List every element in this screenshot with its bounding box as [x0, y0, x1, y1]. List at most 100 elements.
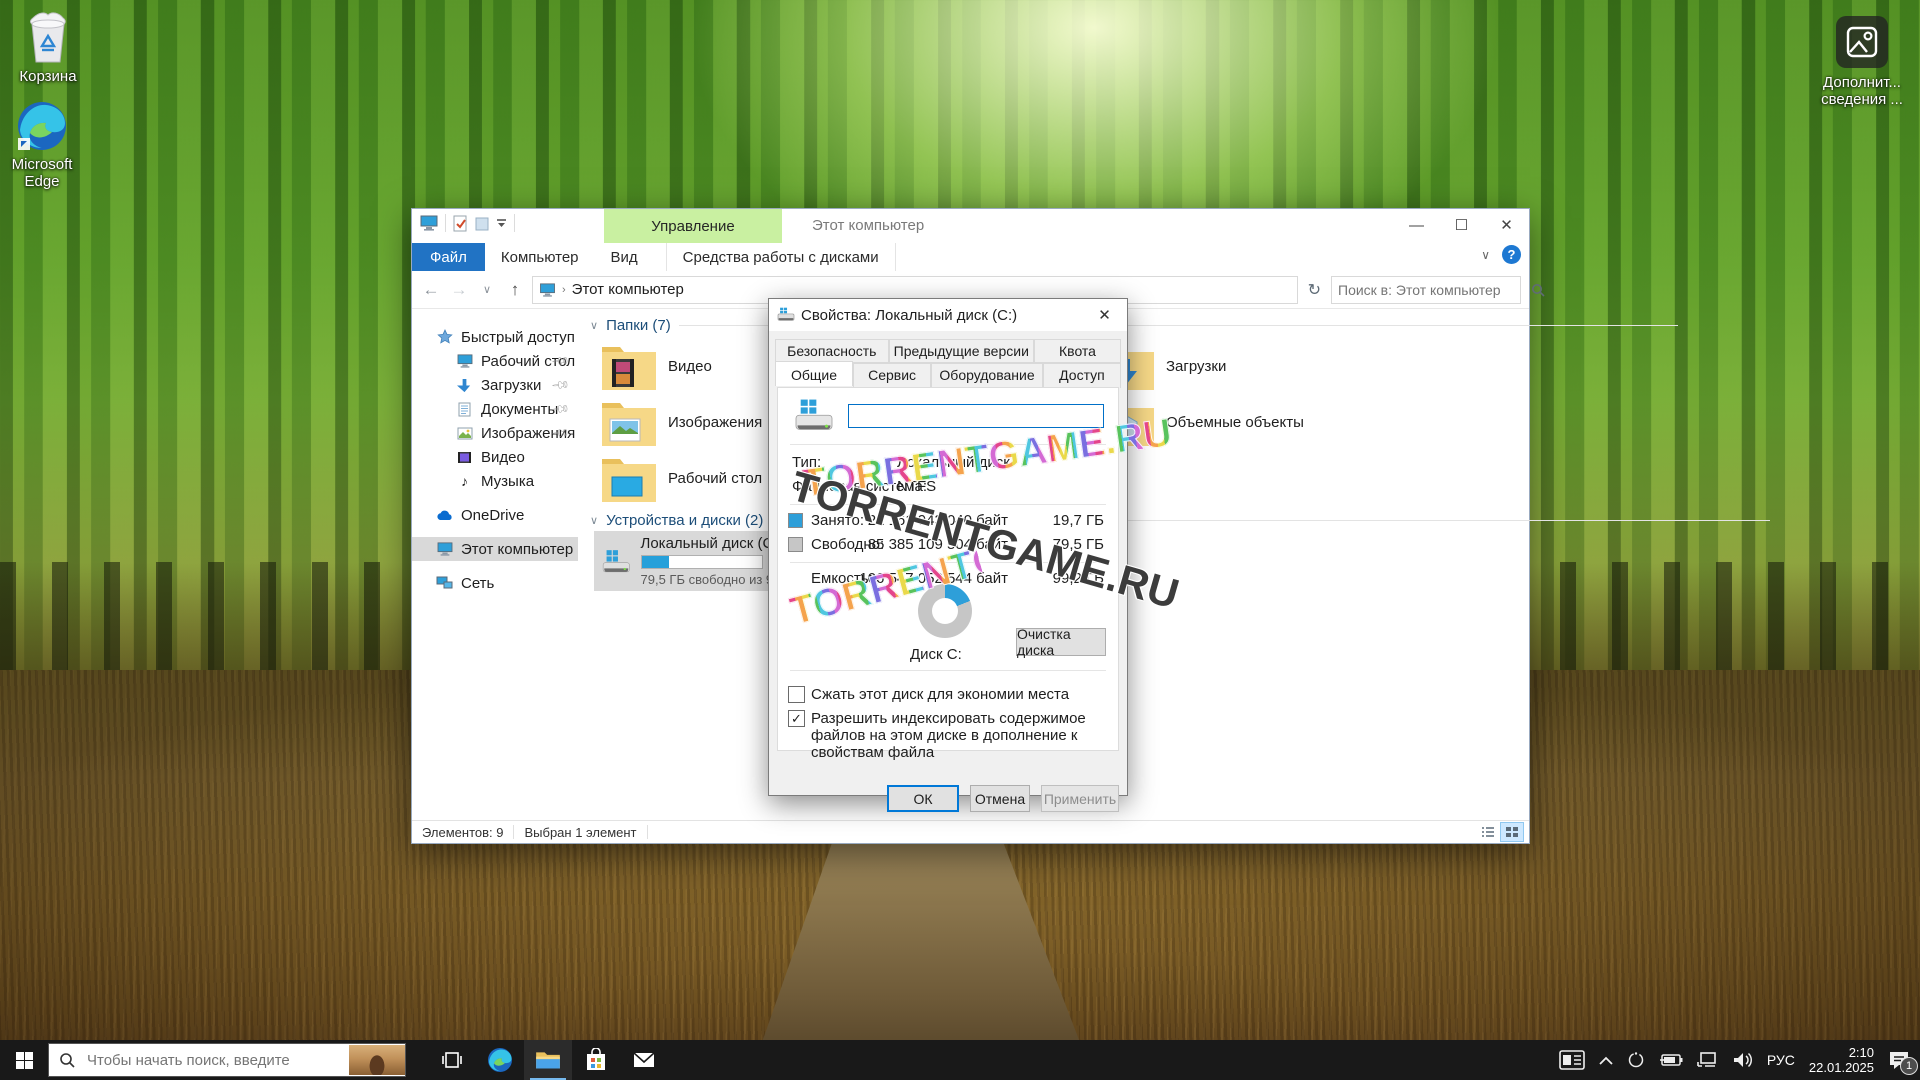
up-icon[interactable]: ↑	[504, 280, 526, 300]
sidebar-item-onedrive[interactable]: OneDrive	[412, 503, 578, 527]
new-folder-icon[interactable]	[475, 216, 489, 231]
start-button[interactable]	[0, 1040, 48, 1080]
desktop-icon-additional-info[interactable]: Дополнит... сведения ...	[1814, 14, 1910, 108]
folder-name: Рабочий стол	[668, 470, 762, 487]
desktop-icon-microsoft-edge[interactable]: Microsoft Edge	[0, 100, 90, 190]
drive-free-space: 79,5 ГБ свободно из 99,	[641, 572, 785, 587]
tab-hardware[interactable]: Оборудование	[931, 363, 1043, 388]
refresh-icon[interactable]: ↻	[1304, 280, 1325, 300]
cancel-button[interactable]: Отмена	[970, 785, 1030, 812]
show-hidden-icons-chevron[interactable]	[1599, 1056, 1613, 1065]
volume-label-input[interactable]	[849, 405, 1107, 429]
sidebar-item-desktop[interactable]: Рабочий стол 📌︎	[412, 349, 578, 373]
tab-view[interactable]: Вид	[595, 243, 654, 271]
music-note-icon: ♪	[456, 473, 473, 490]
tab-previous-versions[interactable]: Предыдущие версии	[889, 339, 1034, 363]
index-checkbox-label[interactable]: Разрешить индексировать содержимое файло…	[811, 710, 1102, 761]
tab-general[interactable]: Общие	[775, 361, 853, 386]
taskbar-search-box[interactable]	[48, 1043, 406, 1077]
index-checkbox[interactable]: ✓	[788, 710, 805, 727]
sidebar-item-label: Документы	[481, 401, 558, 418]
taskbar-store-button[interactable]	[572, 1040, 620, 1080]
collapse-ribbon-icon[interactable]: ∨	[1481, 248, 1490, 262]
chevron-down-icon[interactable]: ∨	[590, 514, 598, 527]
recent-locations-icon[interactable]: ∨	[476, 283, 498, 296]
breadcrumb-location[interactable]: Этот компьютер	[572, 281, 684, 298]
drive-name: Локальный диск (C:)	[641, 535, 785, 552]
group-header-folders[interactable]: ∨ Папки (7)	[590, 317, 1678, 334]
taskbar-file-explorer-button[interactable]	[524, 1040, 572, 1080]
back-icon[interactable]: ←	[420, 280, 442, 300]
action-center-icon[interactable]: 1	[1888, 1050, 1910, 1070]
compress-checkbox[interactable]	[788, 686, 805, 703]
update-status-icon[interactable]	[1627, 1051, 1645, 1069]
ribbon-right-controls: ∨ ?	[1481, 245, 1521, 264]
tab-security[interactable]: Безопасность	[775, 339, 889, 363]
chevron-down-icon[interactable]: ∨	[590, 319, 598, 332]
tab-computer[interactable]: Компьютер	[485, 243, 595, 271]
maximize-button[interactable]: ☐	[1439, 209, 1484, 241]
general-tab-page: Тип: Локальный диск Файловая система: NT…	[777, 387, 1119, 751]
pictures-icon	[456, 425, 473, 442]
task-view-button[interactable]	[428, 1040, 476, 1080]
folder-tile-downloads[interactable]: Загрузки	[1098, 337, 1398, 395]
tab-disk-tools[interactable]: Средства работы с дисками	[666, 243, 896, 271]
video-icon	[456, 449, 473, 466]
close-button[interactable]: ✕	[1484, 209, 1529, 241]
items-count: Элементов: 9	[412, 825, 513, 840]
sidebar-item-downloads[interactable]: Загрузки 📌︎	[412, 373, 578, 397]
forward-icon[interactable]: →	[448, 280, 470, 300]
ok-button[interactable]: ОК	[887, 785, 959, 812]
taskbar-search-input[interactable]	[85, 1051, 349, 1070]
search-icon[interactable]	[1525, 283, 1551, 297]
tab-quota[interactable]: Квота	[1034, 339, 1121, 363]
folder-tile-3d-objects[interactable]: Объемные объекты	[1098, 393, 1398, 451]
taskbar: РУС 2:10 22.01.2025 1	[0, 1040, 1920, 1080]
free-bytes: 85 385 109 504 байт	[868, 536, 1008, 553]
sidebar-item-documents[interactable]: Документы 📌︎	[412, 397, 578, 421]
clock[interactable]: 2:10 22.01.2025	[1809, 1045, 1874, 1075]
sidebar-item-network[interactable]: Сеть	[412, 571, 578, 595]
sidebar-item-quick-access[interactable]: Быстрый доступ	[412, 325, 578, 349]
edge-icon	[16, 100, 68, 152]
battery-icon[interactable]	[1659, 1053, 1683, 1067]
desktop-icon-recycle-bin[interactable]: Корзина	[0, 12, 96, 85]
volume-icon[interactable]	[1733, 1052, 1753, 1068]
sidebar-item-pictures[interactable]: Изображения 📌︎	[412, 421, 578, 445]
sidebar-item-label: Видео	[481, 449, 525, 466]
clock-time: 2:10	[1809, 1045, 1874, 1060]
explorer-titlebar: Управление Этот компьютер — ☐ ✕	[412, 209, 1529, 243]
compress-checkbox-label[interactable]: Сжать этот диск для экономии места	[811, 686, 1102, 703]
taskbar-mail-button[interactable]	[620, 1040, 668, 1080]
disk-cleanup-button[interactable]: Очистка диска	[1016, 628, 1106, 656]
search-highlight-image[interactable]	[349, 1045, 405, 1075]
dialog-close-icon[interactable]: ✕	[1082, 299, 1127, 331]
language-indicator[interactable]: РУС	[1767, 1052, 1795, 1068]
sidebar-item-videos[interactable]: Видео	[412, 445, 578, 469]
view-switcher	[1477, 823, 1529, 841]
sidebar-item-this-pc[interactable]: Этот компьютер	[412, 537, 578, 561]
context-tab-management[interactable]: Управление	[604, 209, 782, 243]
help-icon[interactable]: ?	[1502, 245, 1521, 264]
toolbar-separator	[445, 214, 446, 232]
pin-icon: 📌︎	[550, 375, 571, 396]
tab-tools[interactable]: Сервис	[853, 363, 931, 388]
drive-capacity-fill	[642, 556, 670, 568]
tab-sharing[interactable]: Доступ	[1043, 363, 1121, 388]
sidebar-item-music[interactable]: ♪ Музыка	[412, 469, 578, 493]
taskbar-edge-button[interactable]	[476, 1040, 524, 1080]
this-pc-icon	[539, 283, 556, 297]
details-view-icon[interactable]	[1477, 823, 1499, 841]
network-icon[interactable]	[1697, 1052, 1719, 1068]
drive-tile-local-disk-c[interactable]: Локальный диск (C:) 79,5 ГБ свободно из …	[594, 531, 792, 591]
customize-quick-access-icon[interactable]	[496, 218, 507, 228]
system-tray: РУС 2:10 22.01.2025 1	[1559, 1045, 1920, 1075]
properties-icon[interactable]	[453, 215, 468, 232]
news-widget-icon[interactable]	[1559, 1049, 1585, 1071]
tab-file[interactable]: Файл	[412, 243, 485, 271]
minimize-button[interactable]: —	[1394, 209, 1439, 241]
local-disk-icon	[602, 538, 631, 584]
explorer-search-input[interactable]	[1332, 282, 1525, 298]
computer-icon[interactable]	[420, 215, 438, 231]
thumbnails-view-icon[interactable]	[1501, 823, 1523, 841]
